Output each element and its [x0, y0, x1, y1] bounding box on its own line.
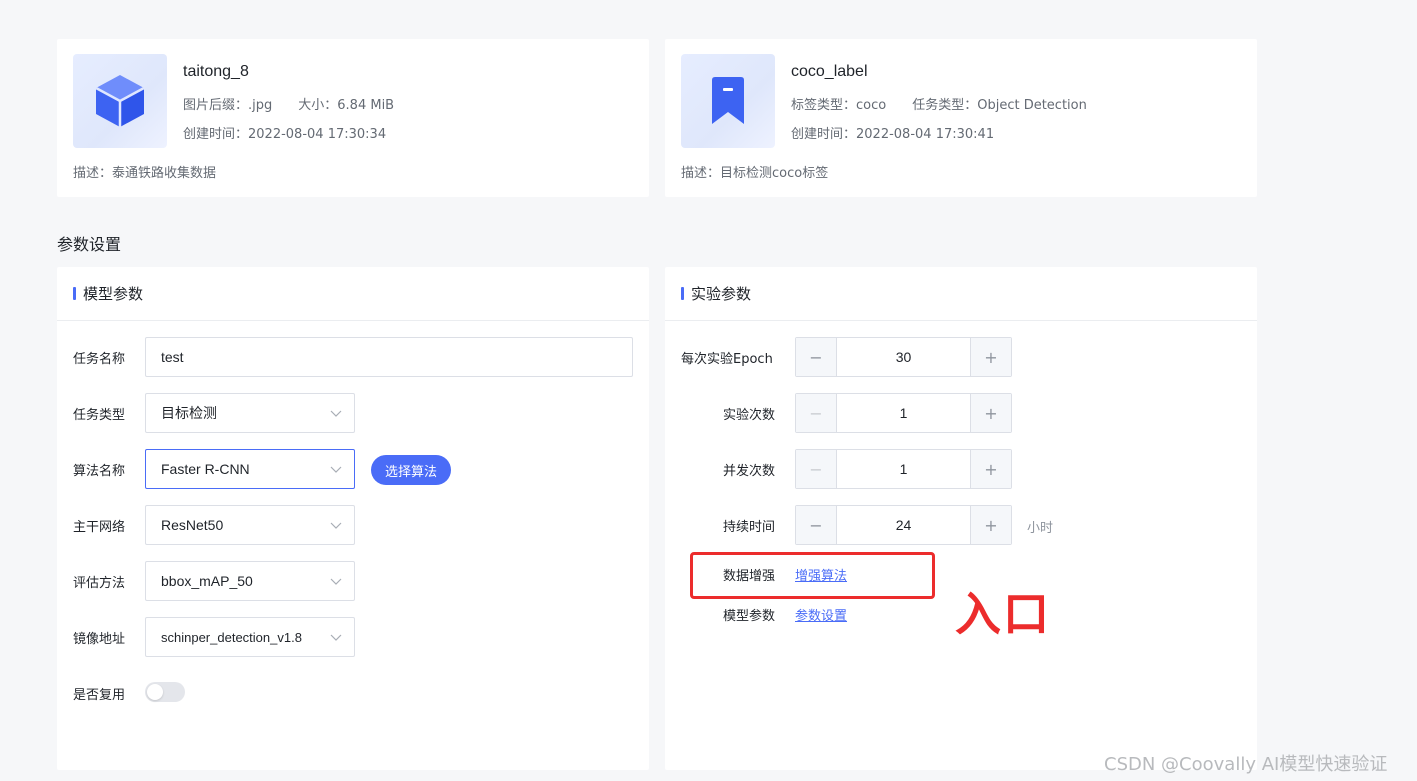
- duration-unit: 小时: [1027, 521, 1054, 536]
- size-label: 大小：: [298, 98, 338, 113]
- increment-button[interactable]: +: [970, 394, 1011, 432]
- image-label: 镜像地址: [73, 632, 126, 647]
- concurrency-value[interactable]: 1: [837, 450, 970, 488]
- watermark: CSDN @Coovally AI模型快速验证: [1104, 754, 1388, 775]
- chevron-down-icon: [330, 410, 342, 417]
- image-value: schinper_detection_v1.8: [161, 629, 302, 645]
- model-param-link[interactable]: 参数设置: [795, 605, 847, 624]
- desc-label: 描述：: [681, 166, 721, 181]
- task-type-label: 任务类型：: [912, 98, 978, 113]
- decrement-button[interactable]: −: [796, 506, 837, 544]
- dataset-card: taitong_8 图片后缀：.jpg 大小：6.84 MiB 创建时间：2022…: [57, 39, 649, 197]
- duration-label: 持续时间: [723, 520, 776, 535]
- dataset-created: 创建时间：2022-08-04 17:30:34: [183, 123, 386, 142]
- suffix-label: 图片后缀：: [183, 98, 249, 113]
- algo-value: Faster R-CNN: [161, 461, 250, 477]
- backbone-label: 主干网络: [73, 520, 126, 535]
- concurrency-stepper: − 1 +: [795, 449, 1012, 489]
- header-accent-bar: [73, 287, 76, 300]
- runs-stepper: − 1 +: [795, 393, 1012, 433]
- label-type-value: coco: [856, 98, 887, 113]
- epoch-value[interactable]: 30: [837, 338, 970, 376]
- created-label: 创建时间：: [183, 127, 249, 142]
- dataset-thumbnail: [73, 54, 167, 148]
- label-type-label: 标签类型：: [791, 98, 857, 113]
- epoch-stepper: − 30 +: [795, 337, 1012, 377]
- dataset-meta: 图片后缀：.jpg 大小：6.84 MiB: [183, 94, 394, 113]
- task-type-value: 目标检测: [161, 405, 217, 421]
- task-type-value: Object Detection: [977, 98, 1087, 113]
- size-value: 6.84 MiB: [337, 98, 395, 113]
- toggle-knob: [147, 684, 163, 700]
- backbone-value: ResNet50: [161, 517, 224, 533]
- card-title: 模型参数: [83, 285, 144, 303]
- chevron-down-icon: [330, 522, 342, 529]
- duration-stepper: − 24 +: [795, 505, 1012, 545]
- label-meta: 标签类型：coco 任务类型：Object Detection: [791, 94, 1087, 113]
- image-select[interactable]: schinper_detection_v1.8: [145, 617, 355, 657]
- created-value: 2022-08-04 17:30:41: [856, 127, 995, 142]
- desc-value: 泰通铁路收集数据: [112, 166, 217, 181]
- decrement-button[interactable]: −: [796, 338, 837, 376]
- increment-button[interactable]: +: [970, 506, 1011, 544]
- task-name-input[interactable]: test: [145, 337, 633, 377]
- duration-value[interactable]: 24: [837, 506, 970, 544]
- label-name: coco_label: [791, 63, 868, 80]
- card-header: 模型参数: [57, 267, 649, 321]
- task-name-label: 任务名称: [73, 352, 126, 367]
- model-param-label: 模型参数: [723, 609, 776, 624]
- reuse-toggle[interactable]: [145, 682, 185, 702]
- desc-label: 描述：: [73, 166, 113, 181]
- annotation-label: 入口: [955, 587, 1051, 641]
- dataset-description: 描述：泰通铁路收集数据: [73, 162, 216, 181]
- reuse-label: 是否复用: [73, 688, 126, 703]
- header-accent-bar: [681, 287, 684, 300]
- label-card: coco_label 标签类型：coco 任务类型：Object Detectio…: [665, 39, 1257, 197]
- label-created: 创建时间：2022-08-04 17:30:41: [791, 123, 994, 142]
- chevron-down-icon: [330, 634, 342, 641]
- chevron-down-icon: [330, 578, 342, 585]
- cube-icon: [95, 75, 145, 127]
- chevron-down-icon: [330, 466, 342, 473]
- eval-value: bbox_mAP_50: [161, 573, 253, 589]
- runs-value[interactable]: 1: [837, 394, 970, 432]
- algo-select[interactable]: Faster R-CNN: [145, 449, 355, 489]
- created-value: 2022-08-04 17:30:34: [248, 127, 387, 142]
- task-type-label: 任务类型: [73, 408, 126, 423]
- exp-params-card: 实验参数 每次实验Epoch − 30 + 实验次数 − 1 + 并发次数 − …: [665, 267, 1257, 770]
- section-title: 参数设置: [57, 235, 122, 254]
- decrement-button[interactable]: −: [796, 394, 837, 432]
- created-label: 创建时间：: [791, 127, 857, 142]
- desc-value: 目标检测coco标签: [720, 166, 829, 181]
- label-description: 描述：目标检测coco标签: [681, 162, 828, 181]
- runs-label: 实验次数: [723, 408, 776, 423]
- increment-button[interactable]: +: [970, 450, 1011, 488]
- increment-button[interactable]: +: [970, 338, 1011, 376]
- eval-label: 评估方法: [73, 576, 126, 591]
- annotation-highlight-box: [690, 552, 935, 599]
- eval-select[interactable]: bbox_mAP_50: [145, 561, 355, 601]
- algo-label: 算法名称: [73, 464, 126, 479]
- epoch-label: 每次实验Epoch: [681, 352, 773, 367]
- dataset-name: taitong_8: [183, 63, 249, 80]
- bookmark-icon: [712, 77, 744, 124]
- concurrency-label: 并发次数: [723, 464, 776, 479]
- decrement-button[interactable]: −: [796, 450, 837, 488]
- task-name-value: test: [161, 349, 184, 365]
- card-title: 实验参数: [691, 285, 752, 303]
- card-header: 实验参数: [665, 267, 1257, 321]
- select-algo-button[interactable]: 选择算法: [371, 455, 451, 485]
- model-params-card: 模型参数 任务名称 test 任务类型 目标检测 算法名称 Faster R-C…: [57, 267, 649, 770]
- backbone-select[interactable]: ResNet50: [145, 505, 355, 545]
- label-thumbnail: [681, 54, 775, 148]
- task-type-select[interactable]: 目标检测: [145, 393, 355, 433]
- suffix-value: .jpg: [248, 98, 273, 113]
